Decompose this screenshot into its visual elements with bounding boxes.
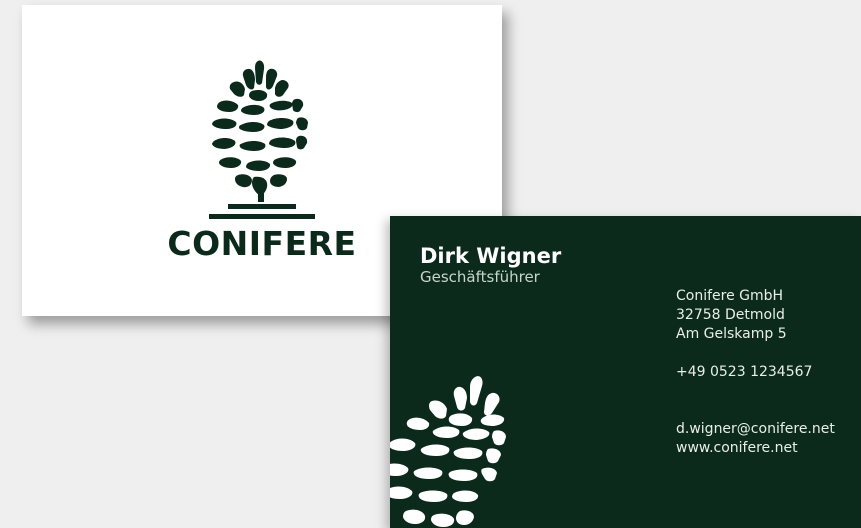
email-address: d.wigner@conifere.net (676, 421, 835, 437)
phone-number: +49 0523 1234567 (676, 364, 813, 380)
website-url: www.conifere.net (676, 440, 798, 456)
address-city: 32758 Detmold (676, 307, 785, 323)
pinecone-logo-icon (209, 60, 315, 219)
person-role: Geschäftsführer (420, 268, 540, 286)
company-name: Conifere GmbH (676, 288, 784, 304)
address-street: Am Gelskamp 5 (676, 326, 787, 342)
business-card-back: Dirk Wigner Geschäftsführer Conifere Gmb… (390, 216, 861, 528)
pinecone-watermark-icon (390, 376, 506, 527)
person-name: Dirk Wigner (420, 244, 562, 268)
